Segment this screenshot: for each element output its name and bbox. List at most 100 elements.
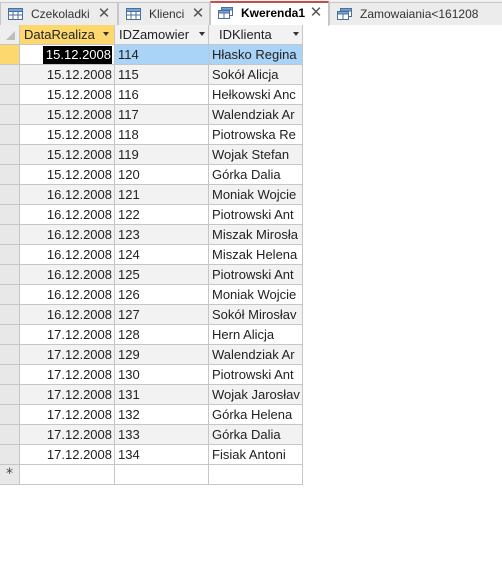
cell-idzamowienia[interactable]: 114 (115, 45, 209, 65)
cell-datarealizacji[interactable]: 16.12.2008 (20, 205, 115, 225)
cell-datarealizacji[interactable]: 17.12.2008 (20, 405, 115, 425)
record-selector[interactable] (0, 165, 20, 185)
record-selector[interactable] (0, 425, 20, 445)
table-row[interactable]: 15.12.2008 118 Piotrowska Re (0, 125, 303, 145)
cell-idzamowienia[interactable]: 121 (115, 185, 209, 205)
record-selector[interactable] (0, 125, 20, 145)
close-icon[interactable]: ✕ (97, 5, 111, 21)
cell-datarealizacji[interactable]: 15.12.2008 (20, 45, 115, 65)
cell-idklienta[interactable]: Piotrowska Re (209, 125, 303, 145)
record-selector[interactable] (0, 145, 20, 165)
record-selector[interactable] (0, 85, 20, 105)
cell-idzamowienia[interactable]: 120 (115, 165, 209, 185)
table-row[interactable]: 16.12.2008 123 Miszak Mirosła (0, 225, 303, 245)
cell-datarealizacji[interactable]: 17.12.2008 (20, 365, 115, 385)
cell-idzamowienia[interactable]: 129 (115, 345, 209, 365)
cell-idklienta[interactable]: Hełkowski Anc (209, 85, 303, 105)
record-selector[interactable] (0, 365, 20, 385)
record-selector[interactable] (0, 105, 20, 125)
table-row[interactable]: 16.12.2008 124 Miszak Helena (0, 245, 303, 265)
cell-idzamowienia[interactable]: 123 (115, 225, 209, 245)
table-row[interactable]: 15.12.2008 119 Wojak Stefan (0, 145, 303, 165)
table-row[interactable]: 15.12.2008 114 Hłasko Regina (0, 45, 303, 65)
cell-idklienta[interactable]: Walendziak Ar (209, 105, 303, 125)
cell-idklienta[interactable]: Piotrowski Ant (209, 365, 303, 385)
cell-datarealizacji[interactable]: 17.12.2008 (20, 425, 115, 445)
cell-idzamowienia[interactable]: 132 (115, 405, 209, 425)
record-selector[interactable] (0, 265, 20, 285)
record-selector[interactable] (0, 445, 20, 465)
record-selector[interactable] (0, 65, 20, 85)
cell-datarealizacji[interactable]: 17.12.2008 (20, 345, 115, 365)
close-icon[interactable]: ✕ (191, 5, 205, 21)
record-selector[interactable] (0, 185, 20, 205)
focused-cell-value[interactable]: 15.12.2008 (42, 46, 112, 64)
cell-datarealizacji[interactable]: 16.12.2008 (20, 285, 115, 305)
cell-idklienta[interactable]: Sokół Alicja (209, 65, 303, 85)
tab-klienci[interactable]: Klienci ✕ (118, 2, 210, 25)
cell-idklienta[interactable]: Miszak Helena (209, 245, 303, 265)
cell-datarealizacji[interactable]: 15.12.2008 (20, 65, 115, 85)
cell-idzamowienia[interactable]: 126 (115, 285, 209, 305)
cell-idklienta[interactable]: Fisiak Antoni (209, 445, 303, 465)
record-selector[interactable] (0, 285, 20, 305)
cell-idklienta[interactable]: Sokół Mirosłav (209, 305, 303, 325)
cell-datarealizacji[interactable]: 16.12.2008 (20, 305, 115, 325)
cell-datarealizacji[interactable]: 16.12.2008 (20, 225, 115, 245)
record-selector[interactable] (0, 45, 20, 65)
record-selector[interactable] (0, 405, 20, 425)
cell-datarealizacji[interactable]: 15.12.2008 (20, 105, 115, 125)
cell-idzamowienia[interactable]: 118 (115, 125, 209, 145)
table-row[interactable]: 17.12.2008 128 Hern Alicja (0, 325, 303, 345)
cell-datarealizacji[interactable]: 17.12.2008 (20, 325, 115, 345)
cell-idklienta[interactable]: Miszak Mirosła (209, 225, 303, 245)
cell-datarealizacji[interactable]: 16.12.2008 (20, 245, 115, 265)
cell-datarealizacji[interactable] (20, 465, 115, 485)
cell-datarealizacji[interactable]: 16.12.2008 (20, 185, 115, 205)
dropdown-arrow-icon[interactable] (199, 32, 205, 36)
table-row[interactable]: 16.12.2008 121 Moniak Wojcie (0, 185, 303, 205)
record-selector[interactable] (0, 245, 20, 265)
cell-idzamowienia[interactable]: 117 (115, 105, 209, 125)
table-row[interactable]: 16.12.2008 122 Piotrowski Ant (0, 205, 303, 225)
cell-idklienta[interactable]: Górka Helena (209, 405, 303, 425)
cell-idzamowienia[interactable]: 116 (115, 85, 209, 105)
cell-datarealizacji[interactable]: 17.12.2008 (20, 445, 115, 465)
column-header-idzamowienia[interactable]: IDZamowier (115, 25, 209, 45)
column-header-datarealizacji[interactable]: DataRealiza (20, 25, 115, 45)
table-row[interactable]: 17.12.2008 130 Piotrowski Ant (0, 365, 303, 385)
cell-idzamowienia[interactable]: 122 (115, 205, 209, 225)
record-selector[interactable] (0, 225, 20, 245)
table-row[interactable]: 17.12.2008 131 Wojak Jarosłav (0, 385, 303, 405)
new-record-row[interactable]: * (0, 465, 303, 485)
table-row[interactable]: 16.12.2008 125 Piotrowski Ant (0, 265, 303, 285)
close-icon[interactable]: ✕ (309, 4, 323, 20)
cell-idzamowienia[interactable]: 124 (115, 245, 209, 265)
cell-idklienta[interactable]: Górka Dalia (209, 425, 303, 445)
table-row[interactable]: 17.12.2008 132 Górka Helena (0, 405, 303, 425)
record-selector[interactable] (0, 385, 20, 405)
tab-zamowienia[interactable]: Zamowaiania<161208 (329, 2, 502, 25)
cell-datarealizacji[interactable]: 15.12.2008 (20, 165, 115, 185)
table-row[interactable]: 15.12.2008 116 Hełkowski Anc (0, 85, 303, 105)
table-row[interactable]: 17.12.2008 134 Fisiak Antoni (0, 445, 303, 465)
record-selector[interactable] (0, 205, 20, 225)
cell-idklienta[interactable]: Walendziak Ar (209, 345, 303, 365)
tab-czekoladki[interactable]: Czekoladki ✕ (0, 2, 118, 25)
table-row[interactable]: 15.12.2008 115 Sokół Alicja (0, 65, 303, 85)
dropdown-arrow-icon[interactable] (293, 32, 299, 36)
select-all-button[interactable] (0, 25, 20, 45)
column-header-idklienta[interactable]: IDKlienta (209, 25, 303, 45)
cell-datarealizacji[interactable]: 16.12.2008 (20, 265, 115, 285)
cell-idklienta[interactable]: Piotrowski Ant (209, 205, 303, 225)
cell-idklienta[interactable]: Moniak Wojcie (209, 285, 303, 305)
cell-datarealizacji[interactable]: 15.12.2008 (20, 145, 115, 165)
tab-kwerenda1[interactable]: Kwerenda1 ✕ (210, 1, 329, 26)
dropdown-arrow-icon[interactable] (103, 32, 109, 36)
table-row[interactable]: 15.12.2008 117 Walendziak Ar (0, 105, 303, 125)
cell-idzamowienia[interactable]: 133 (115, 425, 209, 445)
cell-datarealizacji[interactable]: 17.12.2008 (20, 385, 115, 405)
cell-datarealizacji[interactable]: 15.12.2008 (20, 125, 115, 145)
cell-idklienta[interactable]: Hłasko Regina (209, 45, 303, 65)
table-row[interactable]: 17.12.2008 133 Górka Dalia (0, 425, 303, 445)
